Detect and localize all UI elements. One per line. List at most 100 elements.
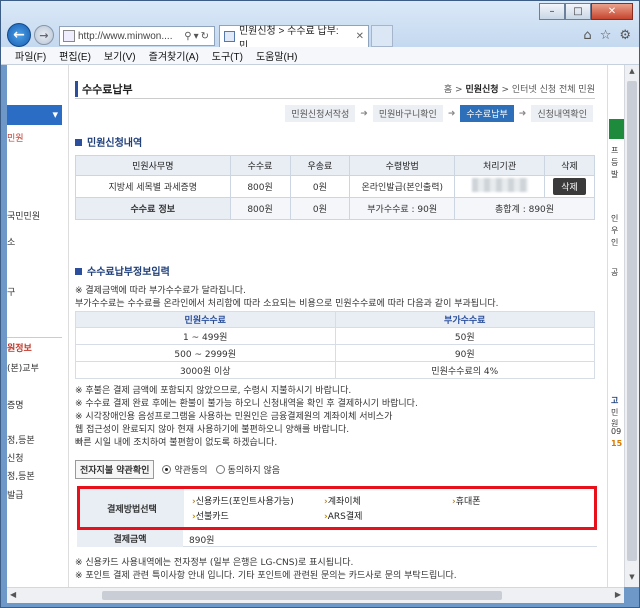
col-header: 민원사무명 bbox=[75, 155, 231, 176]
pay-option-mobile[interactable]: 휴대폰 bbox=[452, 494, 481, 507]
amount-label: 결제금액 bbox=[77, 530, 183, 547]
close-icon[interactable]: ✕ bbox=[591, 3, 633, 20]
table-row: 1 ~ 499원 50원 bbox=[75, 327, 595, 345]
search-refresh-icons[interactable]: ⚲▾↻ bbox=[184, 31, 211, 42]
blurred-agency bbox=[471, 178, 528, 192]
sidebar-item[interactable]: 구 bbox=[7, 285, 15, 298]
horizontal-scrollbar[interactable]: ◀ ▶ bbox=[7, 587, 624, 603]
new-tab-button[interactable] bbox=[371, 25, 393, 47]
terms-button[interactable]: 전자지불 약관확인 bbox=[75, 460, 155, 479]
vertical-scrollbar[interactable]: ▲ ▼ bbox=[624, 65, 639, 587]
browser-window: – □ ✕ ← → http://www.minwon.... ⚲▾↻ 민원신청… bbox=[0, 0, 640, 608]
right-item[interactable]: 민원 bbox=[611, 407, 624, 429]
summary-label: 수수료 정보 bbox=[75, 197, 231, 220]
menu-file[interactable]: 파일(F) bbox=[15, 48, 46, 63]
sidebar-heading[interactable]: 원정보 bbox=[7, 337, 62, 354]
menu-bar: 파일(F) 편집(E) 보기(V) 즐겨찾기(A) 도구(T) 도움말(H) bbox=[1, 47, 639, 65]
maximize-icon[interactable]: □ bbox=[565, 3, 591, 20]
sidebar-item[interactable]: 민원 bbox=[7, 131, 24, 144]
page-icon bbox=[63, 30, 75, 42]
scroll-thumb[interactable] bbox=[627, 81, 637, 561]
breadcrumb-section[interactable]: 민원신청 bbox=[465, 85, 498, 95]
right-item[interactable]: 고 bbox=[611, 395, 618, 406]
breadcrumb-current: 인터넷 신청 전체 민원 bbox=[511, 85, 595, 95]
right-item[interactable]: 09 bbox=[611, 427, 621, 436]
menu-edit[interactable]: 편집(E) bbox=[59, 48, 91, 63]
cell: 1 ~ 499원 bbox=[75, 327, 336, 345]
footnote: ※ 신용카드 사용내역에는 전자정부 (일부 은행은 LG-CNS)로 표시됩니… bbox=[75, 558, 354, 568]
right-item[interactable]: 프 bbox=[611, 145, 618, 156]
right-sidebar: 프 등 발 인 우 인 공 고 민원 09 15 bbox=[607, 65, 624, 587]
right-item[interactable]: 15 bbox=[611, 439, 622, 448]
right-item[interactable]: 인 bbox=[611, 213, 618, 224]
sidebar-item[interactable]: 소 bbox=[7, 235, 15, 248]
note-text: ※ 시각장애인용 음성프로그램을 사용하는 민원인은 금융결제원의 계좌이체 서… bbox=[75, 412, 393, 422]
sidebar-item[interactable]: 신청 bbox=[7, 451, 24, 464]
favorites-star-icon[interactable]: ☆ bbox=[600, 28, 612, 43]
note-text: 빠른 시일 내에 조치하여 불편함이 없도록 하겠습니다. bbox=[75, 438, 278, 448]
scroll-up-icon[interactable]: ▲ bbox=[627, 67, 637, 79]
address-bar[interactable]: http://www.minwon.... ⚲▾↻ bbox=[59, 26, 215, 46]
note-text: ※ 결제금액에 따라 부가수수료가 달라집니다. bbox=[75, 286, 246, 296]
menu-help[interactable]: 도움말(H) bbox=[256, 48, 297, 63]
pay-option-ars[interactable]: ARS결제 bbox=[324, 509, 363, 522]
step-2: 민원바구니확인 bbox=[372, 105, 443, 122]
sidebar-item[interactable]: 증명 bbox=[7, 398, 24, 411]
menu-view[interactable]: 보기(V) bbox=[104, 48, 136, 63]
sidebar-item[interactable]: 정,등본 bbox=[7, 433, 35, 446]
note-text: 웹 접근성이 완료되지 않아 현재 사용하기에 불편하오니 양해를 바랍니다. bbox=[75, 425, 350, 435]
menu-favorites[interactable]: 즐겨찾기(A) bbox=[149, 48, 199, 63]
pay-option-prepaid-card[interactable]: 선불카드 bbox=[192, 509, 229, 522]
table-row: 3000원 이상 민원수수료의 4% bbox=[75, 361, 595, 379]
delete-button[interactable]: 삭제 bbox=[553, 178, 586, 195]
right-item[interactable]: 공 bbox=[611, 267, 618, 278]
tab-close-icon[interactable]: ✕ bbox=[356, 31, 364, 42]
sidebar-dropdown[interactable] bbox=[7, 105, 62, 125]
arrow-right-icon: ➜ bbox=[447, 108, 456, 119]
favicon-icon bbox=[224, 31, 235, 42]
page-content: 민원 국민민원 소 구 원정보 (본)교부 증명 정,등본 신청 정,등본 발급… bbox=[7, 65, 624, 587]
scroll-thumb[interactable] bbox=[102, 591, 502, 600]
scroll-right-icon[interactable]: ▶ bbox=[615, 590, 621, 599]
sidebar-item[interactable]: 국민민원 bbox=[7, 209, 40, 222]
disagree-radio[interactable]: 동의하지 않음 bbox=[215, 463, 280, 476]
right-item[interactable]: 우 bbox=[611, 225, 618, 236]
home-icon[interactable]: ⌂ bbox=[583, 28, 591, 43]
breadcrumb-sep: > bbox=[501, 85, 510, 95]
cell-delete: 삭제 bbox=[544, 175, 595, 198]
step-4: 신청내역확인 bbox=[531, 105, 593, 122]
minimize-icon[interactable]: – bbox=[539, 3, 565, 20]
scroll-down-icon[interactable]: ▼ bbox=[627, 573, 637, 585]
menu-tools[interactable]: 도구(T) bbox=[212, 48, 243, 63]
cell: 90원 bbox=[334, 344, 595, 362]
settings-gear-icon[interactable]: ⚙ bbox=[619, 28, 631, 43]
breadcrumb-home[interactable]: 홈 bbox=[444, 85, 452, 95]
pay-option-bank-transfer[interactable]: 계좌이체 bbox=[324, 494, 361, 507]
green-banner[interactable] bbox=[609, 119, 624, 139]
cell-method: 온라인발급(본인출력) bbox=[349, 175, 456, 198]
cell-postage: 0원 bbox=[289, 175, 351, 198]
right-item[interactable]: 등 bbox=[611, 157, 618, 168]
page-title: 수수료납부 bbox=[75, 81, 133, 97]
payment-amount-row: 결제금액 890원 bbox=[77, 530, 597, 547]
forward-button[interactable]: → bbox=[34, 25, 54, 45]
title-bar: – □ ✕ ← → http://www.minwon.... ⚲▾↻ 민원신청… bbox=[1, 1, 639, 52]
radio-checked-icon bbox=[162, 465, 172, 474]
summary-extra: 부가수수료 : 90원 bbox=[349, 197, 456, 220]
footnote: ※ 포인트 결제 관련 특이사항 안내 입니다. 기타 포인트에 관련된 문의는… bbox=[75, 571, 457, 581]
pay-option-credit-card[interactable]: 신용카드(포인트사용가능) bbox=[192, 494, 294, 507]
right-item[interactable]: 발 bbox=[611, 169, 618, 180]
back-button[interactable]: ← bbox=[7, 23, 31, 47]
step-3-active: 수수료납부 bbox=[460, 105, 514, 122]
agree-radio[interactable]: 약관동의 bbox=[162, 463, 208, 476]
right-item[interactable]: 인 bbox=[611, 237, 618, 248]
left-sidebar: 민원 국민민원 소 구 원정보 (본)교부 증명 정,등본 신청 정,등본 발급 bbox=[7, 65, 69, 587]
table-row: 지방세 세목별 과세증명 800원 0원 온라인발급(본인출력) 삭제 bbox=[75, 175, 595, 198]
browser-tab[interactable]: 민원신청 > 수수료 납부:민... ✕ bbox=[219, 25, 369, 52]
sidebar-item[interactable]: 정,등본 bbox=[7, 469, 35, 482]
sidebar-item[interactable]: 발급 bbox=[7, 488, 24, 501]
address-text: http://www.minwon.... bbox=[78, 30, 173, 42]
sidebar-item[interactable]: (본)교부 bbox=[7, 361, 39, 374]
summary-row: 수수료 정보 800원 0원 부가수수료 : 90원 총합계 : 890원 bbox=[75, 197, 595, 220]
scroll-left-icon[interactable]: ◀ bbox=[10, 590, 16, 599]
